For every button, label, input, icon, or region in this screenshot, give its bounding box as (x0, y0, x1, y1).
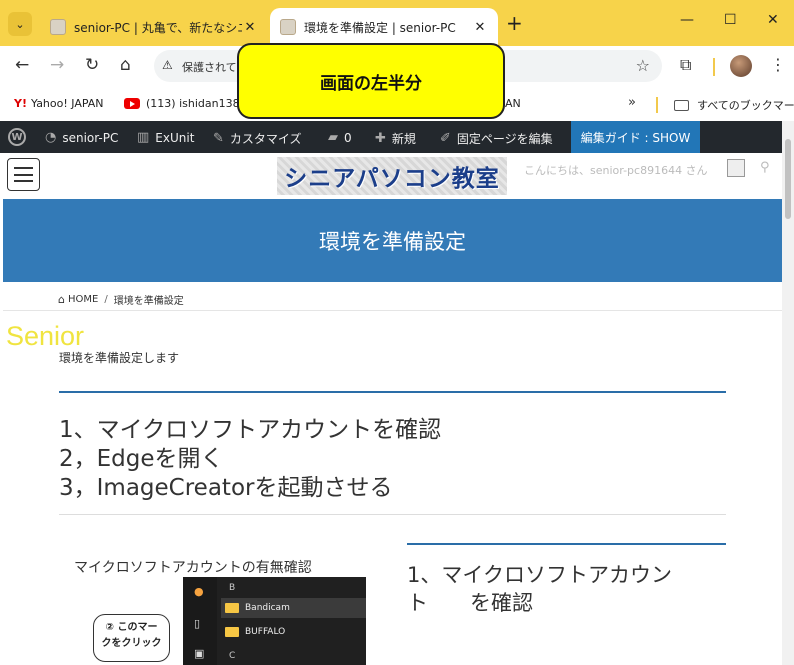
back-arrow-icon[interactable]: ← (15, 55, 29, 75)
extensions-icon[interactable]: ⧉ (680, 55, 691, 75)
bookmark-star-icon[interactable]: ☆ (636, 56, 650, 75)
pencil-icon: ✐ (440, 131, 451, 146)
minimize-icon[interactable]: — (680, 12, 694, 28)
forward-arrow-icon[interactable]: → (50, 55, 64, 75)
wp-admin-bar: W ◔ senior-PC ▥ ExUnit ✎ カスタマイズ ▰ 0 ✚ 新規… (0, 121, 782, 153)
tab-title: 環境を準備設定 | senior-PC (304, 20, 456, 35)
folder-icon (225, 603, 239, 613)
figure-caption: マイクロソフトアカウントの有無確認 (74, 560, 312, 576)
building-icon: ▥ (137, 130, 150, 145)
tab-senior-pc[interactable]: senior-PC | 丸亀で、新たなシニア( ✕ (40, 8, 268, 46)
annotation-callout: 画面の左半分 (237, 43, 505, 119)
wordpress-logo-icon[interactable]: W (8, 128, 26, 146)
breadcrumb-home[interactable]: HOME (68, 294, 98, 305)
section-divider (407, 543, 726, 545)
home-icon: ⌂ (58, 293, 65, 306)
edit-guide-button[interactable]: 編集ガイド : SHOW (571, 121, 700, 153)
tab-current-page[interactable]: 環境を準備設定 | senior-PC ✕ (270, 8, 498, 46)
avatar[interactable] (730, 55, 752, 77)
folder-icon (674, 99, 689, 111)
admin-item-label: カスタマイズ (229, 132, 302, 146)
instruction-bubble: ② このマー クをクリック (93, 614, 170, 662)
breadcrumb-divider (3, 310, 782, 311)
section-divider (59, 391, 726, 393)
yahoo-icon: Y! (14, 97, 27, 110)
tab-search-button[interactable]: ⌄ (8, 12, 32, 36)
scrollbar-thumb[interactable] (785, 139, 791, 219)
bookmarks-overflow-button[interactable]: » (628, 95, 636, 110)
bookmark-label: AN (505, 97, 521, 110)
all-bookmarks-label: すべてのブックマーク (697, 99, 794, 112)
breadcrumb: ⌂ HOME / 環境を準備設定 (58, 292, 184, 307)
admin-new-link[interactable]: ✚ 新規 (375, 130, 416, 147)
page-title: 環境を準備設定 (3, 199, 782, 282)
admin-exunit-link[interactable]: ▥ ExUnit (137, 130, 194, 145)
maximize-icon[interactable]: ☐ (724, 12, 737, 28)
warning-icon[interactable]: ⚠ (162, 58, 173, 72)
plus-icon: ✚ (375, 131, 386, 146)
menu-dots-icon[interactable]: ⋮ (770, 55, 786, 74)
breadcrumb-separator: / (104, 294, 108, 305)
bookmark-yahoo[interactable]: Y! Yahoo! JAPAN (14, 97, 104, 110)
admin-edit-page-link[interactable]: ✐ 固定ページを編集 (440, 130, 553, 147)
explorer-item[interactable]: BUFFALO (221, 622, 366, 642)
explorer-item[interactable]: Bandicam (221, 598, 366, 618)
bubble-line: クをクリック (101, 638, 162, 649)
site-logo[interactable]: シニアパソコン教室 (277, 157, 507, 195)
all-bookmarks-button[interactable]: すべてのブックマーク (674, 97, 794, 113)
brush-icon: ✎ (213, 131, 224, 146)
admin-item-label: 新規 (391, 132, 416, 146)
close-icon[interactable]: ✕ (472, 20, 488, 35)
comment-icon: ▰ (328, 130, 338, 145)
admin-item-label: ExUnit (155, 130, 195, 145)
group-letter: B (229, 583, 236, 593)
tab-title: senior-PC | 丸亀で、新たなシニア( (74, 20, 242, 35)
toolbar-divider (713, 58, 715, 76)
bookmark-label: Yahoo! JAPAN (30, 97, 104, 110)
admin-site-link[interactable]: ◔ senior-PC (45, 130, 118, 145)
explorer-sidebar: ● ▯ ▣ (183, 577, 217, 665)
site-header: シニアパソコン教室 こんにちは、senior-pc891644 さん ⚲ (0, 153, 782, 199)
image-icon: ▣ (194, 647, 205, 660)
admin-item-label: 固定ページを編集 (456, 132, 553, 146)
site-favicon-icon (280, 19, 296, 35)
step-item: 3，ImageCreatorを起動させる (59, 475, 393, 501)
bookmarks-divider (656, 97, 658, 113)
search-icon[interactable]: ⚲ (760, 160, 770, 175)
admin-item-label: senior-PC (62, 130, 119, 145)
tab-strip: ⌄ senior-PC | 丸亀で、新たなシニア( ✕ 環境を準備設定 | se… (0, 0, 794, 46)
reload-icon[interactable]: ↻ (85, 55, 99, 75)
close-window-icon[interactable]: ✕ (767, 12, 779, 28)
admin-customize-link[interactable]: ✎ カスタマイズ (213, 130, 302, 147)
admin-comments-link[interactable]: ▰ 0 (328, 130, 352, 145)
chevron-down-icon: ⌄ (15, 17, 25, 31)
home-icon[interactable]: ⌂ (120, 55, 131, 75)
intro-text: 環境を準備設定します (59, 351, 180, 365)
breadcrumb-current: 環境を準備設定 (113, 296, 184, 307)
explorer-screenshot: ● ▯ ▣ B Bandicam BUFFALO C (183, 577, 366, 665)
senior-watermark: Senior (6, 321, 85, 351)
user-greeting[interactable]: こんにちは、senior-pc891644 さん (524, 162, 708, 178)
folder-label: Bandicam (245, 603, 290, 613)
folder-icon (225, 627, 239, 637)
bookmark-label: (113) ishidan1386 (146, 97, 247, 110)
bookmark-an[interactable]: AN (505, 97, 521, 110)
content-divider (59, 514, 726, 515)
user-icon: ● (194, 585, 204, 598)
page-scrollbar[interactable] (782, 121, 794, 665)
bookmark-youtube[interactable]: (113) ishidan1386 (124, 97, 247, 110)
dashboard-icon: ◔ (45, 130, 57, 145)
youtube-icon (124, 98, 140, 109)
bubble-line: ② このマー (105, 622, 158, 633)
hamburger-menu-icon[interactable] (7, 158, 40, 191)
user-avatar-icon[interactable] (727, 159, 745, 177)
folder-label: BUFFALO (245, 627, 286, 637)
close-icon[interactable]: ✕ (242, 20, 258, 35)
section-heading: 1、マイクロソフトアカウン ト を確認 (407, 563, 672, 615)
group-letter: C (229, 651, 236, 661)
admin-item-label: 0 (344, 130, 352, 145)
plus-icon[interactable]: + (506, 13, 523, 33)
document-icon: ▯ (194, 617, 201, 630)
site-favicon-icon (50, 19, 66, 35)
